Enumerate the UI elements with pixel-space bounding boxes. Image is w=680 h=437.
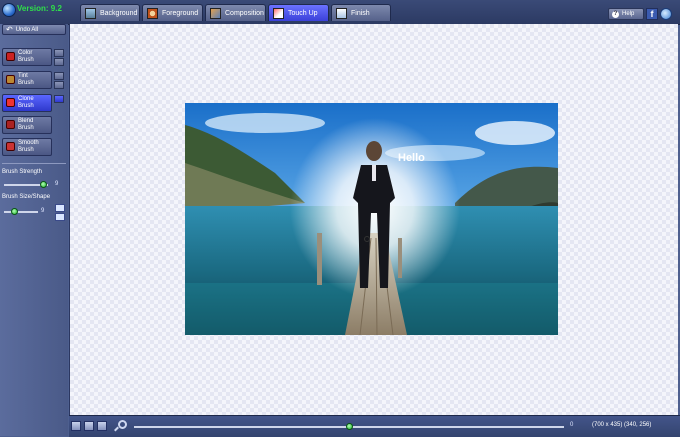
color-brush-option-a[interactable] — [54, 49, 64, 57]
touchup-icon — [273, 7, 284, 19]
globe-icon[interactable] — [660, 8, 672, 20]
brush-size-slider[interactable] — [4, 208, 38, 215]
brush-size-label: Brush Size/Shape — [2, 194, 51, 200]
panel-divider — [2, 163, 66, 164]
color-brush-label: Color Brush — [18, 50, 34, 63]
tab-foreground[interactable]: Foreground — [142, 4, 203, 21]
brush-strength-label: Brush Strength — [2, 169, 43, 175]
tint-brush-label: Tint Brush — [18, 73, 34, 86]
color-brush-icon — [6, 52, 15, 61]
zoom-icon — [118, 420, 127, 429]
tab-composition[interactable]: Composition — [205, 4, 266, 21]
zoom-slider-knob[interactable] — [345, 423, 353, 430]
zoom-value: 0 — [570, 422, 574, 428]
clone-brush-option-a[interactable] — [54, 95, 64, 103]
brush-strength-value: 9 — [55, 181, 59, 187]
tab-touch-up[interactable]: Touch Up — [268, 4, 329, 21]
tab-background[interactable]: Background — [80, 4, 140, 21]
left-tool-panel: ↶ Undo All Color Brush Tint Brush Clone Bru… — [0, 24, 68, 436]
photo-hello-text: Hello — [398, 152, 425, 164]
tab-composition-label: Composition — [225, 9, 264, 17]
top-toolbar: Version: 9.2 Background Foreground Compo… — [0, 0, 680, 25]
tab-foreground-label: Foreground — [162, 9, 199, 17]
composite-photo[interactable]: Hello — [185, 103, 558, 335]
finish-icon — [336, 7, 347, 19]
tint-brush-button[interactable]: Tint Brush — [2, 71, 52, 89]
undo-all-label: Undo All — [15, 26, 39, 33]
clone-brush-icon — [6, 98, 15, 107]
blend-brush-label: Blend Brush — [18, 118, 34, 131]
undo-all-button[interactable]: ↶ Undo All — [2, 24, 66, 35]
blend-brush-button[interactable]: Blend Brush — [2, 116, 52, 134]
facebook-button[interactable]: f — [646, 8, 658, 20]
brush-strength-slider[interactable] — [4, 181, 48, 188]
smooth-brush-button[interactable]: Smooth Brush — [2, 138, 52, 156]
tint-brush-option-b[interactable] — [54, 81, 64, 89]
tint-brush-option-a[interactable] — [54, 72, 64, 80]
foreground-icon — [147, 7, 158, 19]
zoom-slider[interactable] — [134, 423, 564, 430]
brush-strength-knob[interactable] — [40, 181, 48, 188]
actual-size-icon[interactable] — [97, 421, 107, 431]
bottom-toolbar: 0 (700 x 435) (340, 256) — [69, 415, 680, 437]
fit-view-icon[interactable] — [71, 421, 81, 431]
tab-background-label: Background — [100, 9, 138, 17]
tab-finish[interactable]: Finish — [331, 4, 391, 21]
smooth-brush-icon — [6, 142, 15, 151]
smooth-brush-label: Smooth Brush — [18, 140, 39, 153]
tint-brush-icon — [6, 75, 15, 84]
help-label: Help — [622, 11, 635, 17]
grid-view-icon[interactable] — [84, 421, 94, 431]
question-icon: ? — [612, 10, 619, 18]
brush-size-value: 9 — [41, 208, 45, 214]
clone-brush-button[interactable]: Clone Brush — [2, 94, 52, 112]
help-button[interactable]: ? Help — [608, 8, 644, 20]
composition-icon — [210, 7, 221, 19]
blend-brush-icon — [6, 120, 15, 129]
tab-finish-label: Finish — [351, 9, 370, 17]
version-label: Version: 9.2 — [17, 4, 62, 13]
brush-shape-round-button[interactable] — [55, 204, 65, 212]
zoom-icon-handle — [114, 426, 119, 432]
color-brush-button[interactable]: Color Brush — [2, 48, 52, 66]
undo-icon: ↶ — [6, 25, 13, 34]
brush-shape-square-button[interactable] — [55, 213, 65, 221]
coordinates-readout: (700 x 435) (340, 256) — [592, 422, 652, 428]
tab-touch-up-label: Touch Up — [288, 9, 318, 17]
color-brush-option-b[interactable] — [54, 58, 64, 66]
clone-brush-label: Clone Brush — [18, 96, 34, 109]
brush-size-knob[interactable] — [10, 208, 18, 215]
background-icon — [85, 7, 96, 19]
app-logo-icon — [2, 3, 16, 17]
